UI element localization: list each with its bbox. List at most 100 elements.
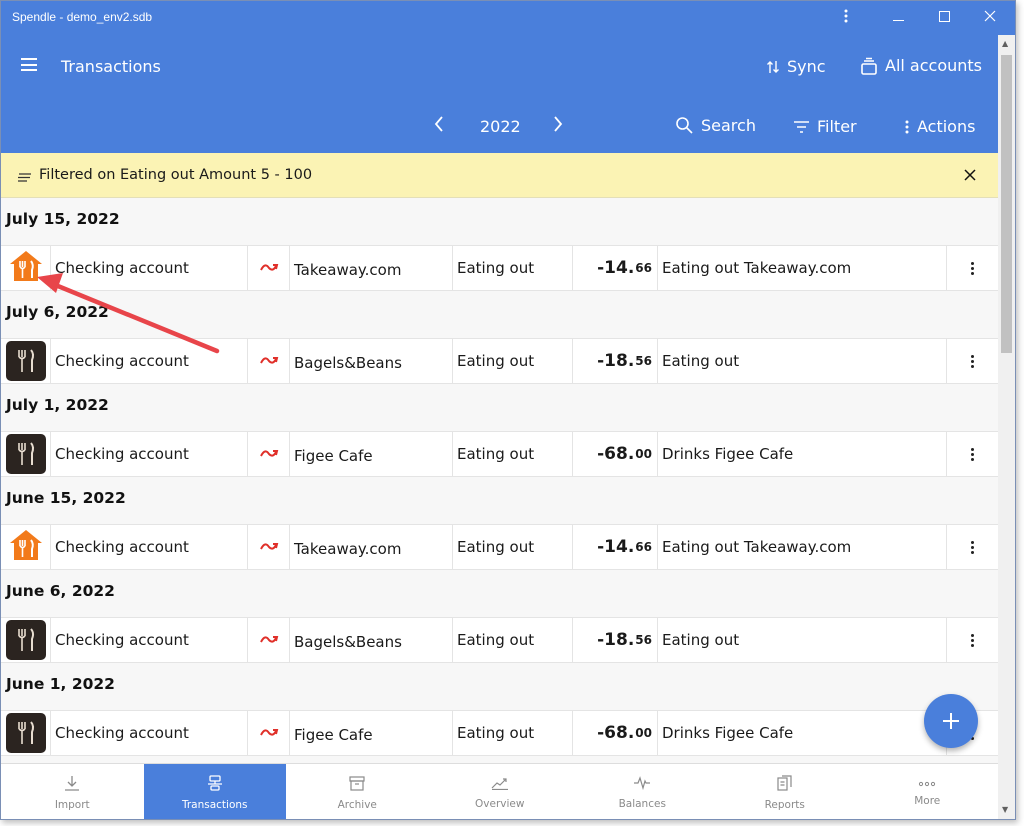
table-row[interactable]: Checking account Figee Cafe Eating out -68.…: [1, 710, 998, 756]
filter-label: Filter: [817, 117, 857, 136]
amount-cell[interactable]: -68. 00: [573, 711, 658, 755]
amount-cell[interactable]: -14. 66: [573, 246, 658, 290]
nav-item-balances[interactable]: Balances: [571, 764, 714, 819]
table-row[interactable]: Checking account Takeaway.com Eating out -1…: [1, 245, 998, 291]
app-window: Spendle - demo_env2.sdb Transactions Syn…: [0, 0, 1016, 820]
amount-cell[interactable]: -18. 56: [573, 618, 658, 662]
amount-decimals: 00: [635, 447, 652, 461]
nav-item-label: Transactions: [181, 798, 248, 811]
amount-cell[interactable]: -14. 66: [573, 525, 658, 569]
amount-integer: -14.: [597, 537, 635, 557]
table-row[interactable]: Checking account Figee Cafe Eating out -68.…: [1, 431, 998, 477]
payee-cell[interactable]: Bagels&Beans: [290, 339, 453, 383]
category-cell[interactable]: Eating out: [453, 432, 573, 476]
maximize-icon: [938, 10, 950, 26]
add-transaction-button[interactable]: [924, 694, 978, 748]
transactions-icon: [207, 774, 223, 794]
memo-cell[interactable]: Eating out Takeaway.com: [658, 525, 947, 569]
row-menu-button[interactable]: [947, 432, 998, 476]
nav-item-more[interactable]: More: [856, 764, 999, 819]
hamburger-menu-icon[interactable]: [21, 58, 37, 72]
row-menu-button[interactable]: [947, 339, 998, 383]
account-cell[interactable]: Checking account: [51, 618, 248, 662]
minimize-icon: [892, 10, 904, 26]
transfer-cell[interactable]: [248, 618, 290, 662]
memo-cell[interactable]: Eating out: [658, 339, 947, 383]
nav-item-archive[interactable]: Archive: [286, 764, 429, 819]
nav-item-transactions[interactable]: Transactions: [143, 764, 286, 819]
window-menu-button[interactable]: [823, 1, 869, 35]
nav-item-overview[interactable]: Overview: [429, 764, 572, 819]
amount-cell[interactable]: -68. 00: [573, 432, 658, 476]
category-cell[interactable]: Eating out: [453, 525, 573, 569]
transfer-cell[interactable]: [248, 432, 290, 476]
amount-cell[interactable]: -18. 56: [573, 339, 658, 383]
category-icon-cell[interactable]: [1, 711, 51, 755]
pulse-icon: [633, 775, 651, 793]
row-menu-button[interactable]: [947, 246, 998, 290]
payee-cell[interactable]: Bagels&Beans: [290, 618, 453, 662]
row-menu-button[interactable]: [947, 525, 998, 569]
transfer-cell[interactable]: [248, 525, 290, 569]
nav-item-reports[interactable]: Reports: [714, 764, 857, 819]
row-menu-button[interactable]: [947, 618, 998, 662]
next-year-button[interactable]: [553, 116, 563, 132]
amount-integer: -18.: [597, 351, 635, 371]
sync-button[interactable]: Sync: [767, 57, 826, 76]
payee-cell[interactable]: Figee Cafe: [290, 432, 453, 476]
maximize-button[interactable]: [921, 1, 967, 35]
vertical-scrollbar[interactable]: ▲ ▼: [998, 35, 1015, 819]
nav-item-label: Import: [54, 798, 90, 811]
payee-cell[interactable]: Takeaway.com: [290, 525, 453, 569]
amount-integer: -68.: [597, 723, 635, 743]
plus-icon: [941, 704, 961, 739]
category-cell[interactable]: Eating out: [453, 618, 573, 662]
account-cell[interactable]: Checking account: [51, 246, 248, 290]
amount-integer: -14.: [597, 258, 635, 278]
account-cell[interactable]: Checking account: [51, 432, 248, 476]
category-cell[interactable]: Eating out: [453, 246, 573, 290]
minimize-button[interactable]: [875, 1, 921, 35]
payee-cell[interactable]: Takeaway.com: [290, 246, 453, 290]
clear-filter-button[interactable]: [964, 165, 976, 186]
nav-item-import[interactable]: Import: [1, 764, 144, 819]
all-accounts-button[interactable]: All accounts: [861, 56, 982, 75]
close-icon: [984, 10, 996, 26]
prev-year-button[interactable]: [434, 116, 444, 132]
category-icon-cell[interactable]: [1, 432, 51, 476]
search-button[interactable]: Search: [676, 116, 756, 135]
category-cell[interactable]: Eating out: [453, 339, 573, 383]
transfer-cell[interactable]: [248, 246, 290, 290]
memo-cell[interactable]: Eating out Takeaway.com: [658, 246, 947, 290]
account-cell[interactable]: Checking account: [51, 339, 248, 383]
amount-integer: -68.: [597, 444, 635, 464]
nav-item-label: Balances: [618, 797, 666, 810]
table-row[interactable]: Checking account Takeaway.com Eating out -1…: [1, 524, 998, 570]
table-row[interactable]: Checking account Bagels&Beans Eating out -1…: [1, 338, 998, 384]
account-cell[interactable]: Checking account: [51, 711, 248, 755]
memo-cell[interactable]: Drinks Figee Cafe: [658, 432, 947, 476]
scroll-down-arrow-icon[interactable]: ▼: [1002, 805, 1008, 814]
scroll-up-arrow-icon[interactable]: ▲: [1002, 39, 1008, 48]
table-row[interactable]: Checking account Bagels&Beans Eating out -1…: [1, 617, 998, 663]
category-icon-cell[interactable]: [1, 339, 51, 383]
category-icon-cell[interactable]: [1, 246, 51, 290]
close-window-button[interactable]: [967, 1, 1013, 35]
account-cell[interactable]: Checking account: [51, 525, 248, 569]
memo-cell[interactable]: Drinks Figee Cafe: [658, 711, 947, 755]
transfer-cell[interactable]: [248, 339, 290, 383]
fork-knife-icon: [5, 434, 46, 474]
category-icon-cell[interactable]: [1, 525, 51, 569]
transfer-cell[interactable]: [248, 711, 290, 755]
memo-cell[interactable]: Eating out: [658, 618, 947, 662]
payee-cell[interactable]: Figee Cafe: [290, 711, 453, 755]
category-cell[interactable]: Eating out: [453, 711, 573, 755]
download-icon: [64, 775, 80, 794]
actions-label: Actions: [917, 117, 976, 136]
kebab-vertical-icon: [970, 633, 975, 647]
sync-arrows-icon: [767, 60, 779, 74]
category-icon-cell[interactable]: [1, 618, 51, 662]
actions-button[interactable]: Actions: [905, 117, 975, 136]
scroll-thumb[interactable]: [1001, 55, 1012, 353]
filter-button[interactable]: Filter: [794, 117, 857, 136]
